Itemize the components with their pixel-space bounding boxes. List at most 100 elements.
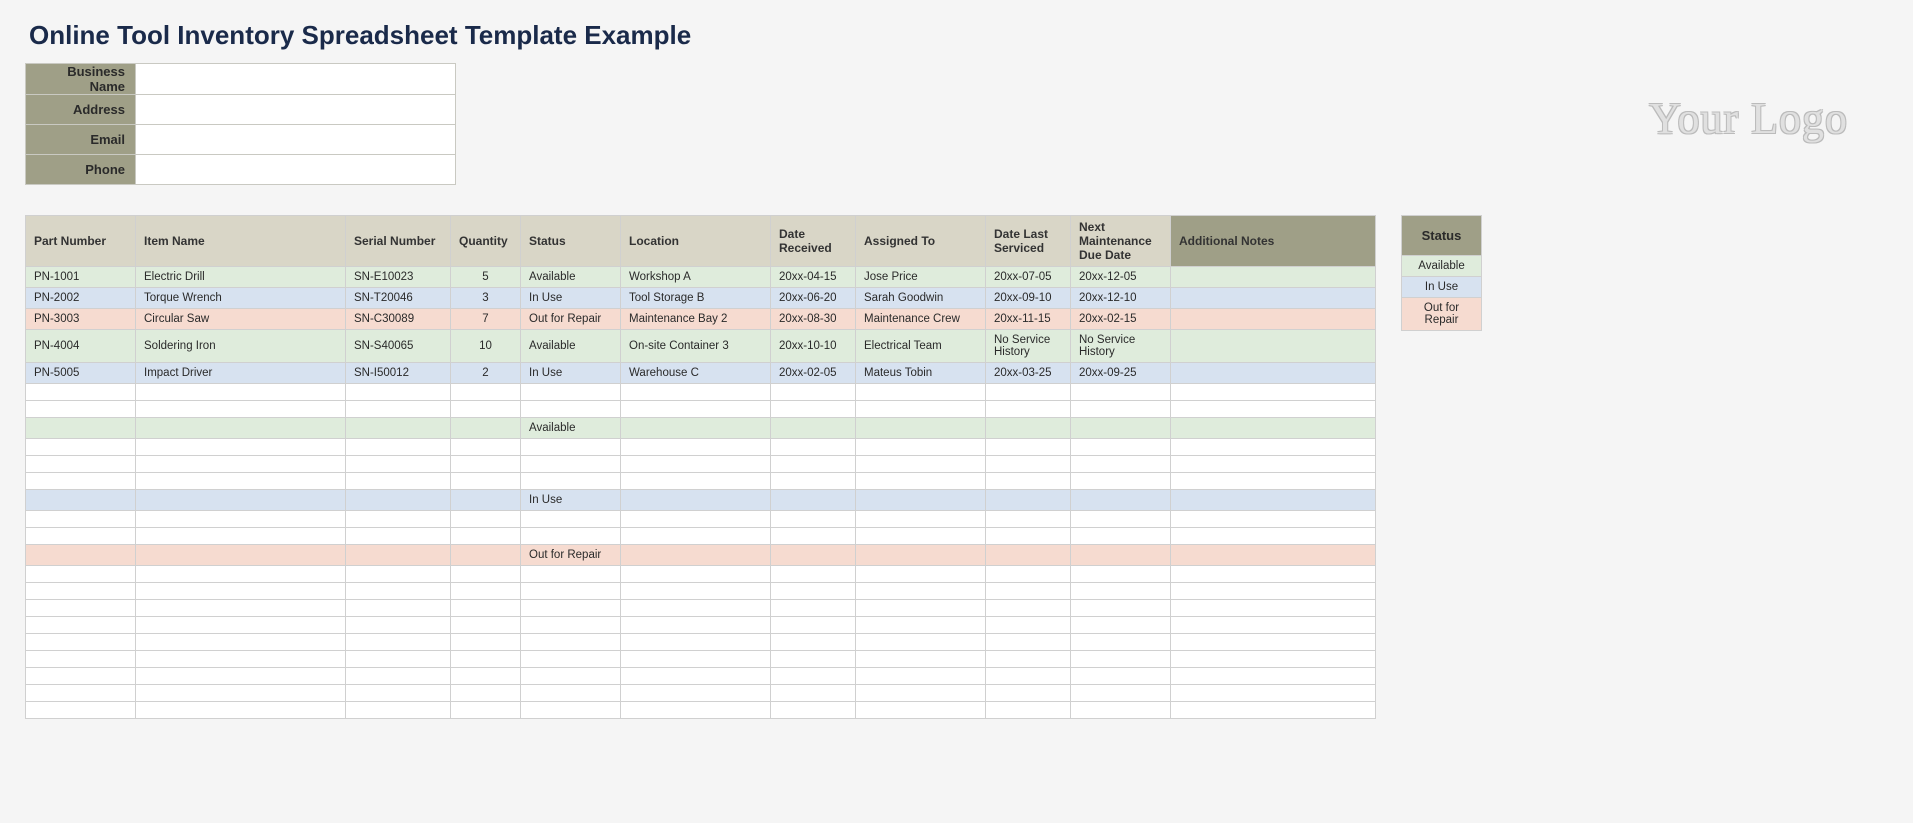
cell-assigned-to[interactable]: Mateus Tobin (856, 363, 986, 384)
cell-status[interactable] (521, 528, 621, 545)
cell-item-name[interactable] (136, 685, 346, 702)
cell-item-name[interactable] (136, 634, 346, 651)
cell-date-last-serviced[interactable]: 20xx-07-05 (986, 267, 1071, 288)
cell-notes[interactable] (1171, 528, 1376, 545)
cell-date-last-serviced[interactable] (986, 617, 1071, 634)
cell-notes[interactable] (1171, 511, 1376, 528)
cell-assigned-to[interactable] (856, 685, 986, 702)
cell-item-name[interactable]: Circular Saw (136, 309, 346, 330)
cell-serial-number[interactable]: SN-E10023 (346, 267, 451, 288)
table-row[interactable]: PN-3003Circular SawSN-C300897Out for Rep… (26, 309, 1376, 330)
cell-location[interactable] (621, 634, 771, 651)
cell-date-last-serviced[interactable] (986, 490, 1071, 511)
cell-item-name[interactable] (136, 439, 346, 456)
cell-status[interactable] (521, 634, 621, 651)
cell-status[interactable]: Available (521, 330, 621, 363)
cell-notes[interactable] (1171, 668, 1376, 685)
cell-quantity[interactable]: 5 (451, 267, 521, 288)
cell-date-last-serviced[interactable]: 20xx-03-25 (986, 363, 1071, 384)
cell-item-name[interactable] (136, 384, 346, 401)
cell-date-received[interactable] (771, 685, 856, 702)
cell-date-received[interactable] (771, 600, 856, 617)
cell-status[interactable] (521, 566, 621, 583)
cell-part-number[interactable] (26, 617, 136, 634)
table-row[interactable] (26, 668, 1376, 685)
cell-quantity[interactable] (451, 685, 521, 702)
cell-location[interactable] (621, 418, 771, 439)
table-row[interactable]: Available (26, 418, 1376, 439)
cell-item-name[interactable] (136, 617, 346, 634)
cell-status[interactable] (521, 600, 621, 617)
cell-part-number[interactable] (26, 702, 136, 719)
cell-location[interactable] (621, 439, 771, 456)
cell-serial-number[interactable] (346, 545, 451, 566)
cell-part-number[interactable] (26, 545, 136, 566)
cell-item-name[interactable]: Electric Drill (136, 267, 346, 288)
cell-notes[interactable] (1171, 309, 1376, 330)
cell-quantity[interactable] (451, 702, 521, 719)
cell-serial-number[interactable]: SN-I50012 (346, 363, 451, 384)
cell-serial-number[interactable] (346, 439, 451, 456)
cell-item-name[interactable] (136, 418, 346, 439)
cell-next-maintenance[interactable] (1071, 566, 1171, 583)
cell-serial-number[interactable] (346, 685, 451, 702)
cell-location[interactable] (621, 511, 771, 528)
cell-date-received[interactable] (771, 634, 856, 651)
cell-status[interactable] (521, 685, 621, 702)
cell-notes[interactable] (1171, 267, 1376, 288)
cell-status[interactable]: In Use (521, 288, 621, 309)
cell-date-received[interactable]: 20xx-04-15 (771, 267, 856, 288)
biz-name-field[interactable] (136, 64, 456, 95)
cell-assigned-to[interactable] (856, 418, 986, 439)
cell-part-number[interactable] (26, 528, 136, 545)
cell-date-received[interactable]: 20xx-02-05 (771, 363, 856, 384)
cell-serial-number[interactable] (346, 702, 451, 719)
table-row[interactable] (26, 528, 1376, 545)
cell-part-number[interactable]: PN-3003 (26, 309, 136, 330)
cell-date-received[interactable] (771, 566, 856, 583)
table-row[interactable] (26, 384, 1376, 401)
cell-notes[interactable] (1171, 702, 1376, 719)
cell-item-name[interactable] (136, 473, 346, 490)
cell-next-maintenance[interactable] (1071, 439, 1171, 456)
cell-assigned-to[interactable] (856, 511, 986, 528)
cell-notes[interactable] (1171, 288, 1376, 309)
table-row[interactable] (26, 456, 1376, 473)
cell-quantity[interactable]: 3 (451, 288, 521, 309)
cell-date-received[interactable]: 20xx-06-20 (771, 288, 856, 309)
cell-next-maintenance[interactable]: 20xx-12-10 (1071, 288, 1171, 309)
cell-status[interactable] (521, 651, 621, 668)
cell-quantity[interactable] (451, 418, 521, 439)
cell-assigned-to[interactable] (856, 401, 986, 418)
cell-notes[interactable] (1171, 583, 1376, 600)
cell-date-last-serviced[interactable] (986, 668, 1071, 685)
cell-part-number[interactable] (26, 651, 136, 668)
cell-location[interactable] (621, 685, 771, 702)
cell-part-number[interactable]: PN-1001 (26, 267, 136, 288)
cell-next-maintenance[interactable]: 20xx-02-15 (1071, 309, 1171, 330)
cell-serial-number[interactable] (346, 384, 451, 401)
cell-quantity[interactable] (451, 634, 521, 651)
cell-next-maintenance[interactable] (1071, 617, 1171, 634)
cell-date-received[interactable] (771, 401, 856, 418)
cell-serial-number[interactable] (346, 566, 451, 583)
cell-location[interactable] (621, 600, 771, 617)
cell-next-maintenance[interactable] (1071, 651, 1171, 668)
cell-assigned-to[interactable] (856, 566, 986, 583)
cell-date-last-serviced[interactable] (986, 456, 1071, 473)
cell-status[interactable] (521, 473, 621, 490)
cell-date-received[interactable] (771, 439, 856, 456)
cell-notes[interactable] (1171, 685, 1376, 702)
cell-notes[interactable] (1171, 456, 1376, 473)
cell-date-received[interactable] (771, 456, 856, 473)
cell-item-name[interactable]: Torque Wrench (136, 288, 346, 309)
cell-item-name[interactable] (136, 456, 346, 473)
cell-location[interactable]: Workshop A (621, 267, 771, 288)
table-row[interactable] (26, 651, 1376, 668)
cell-notes[interactable] (1171, 600, 1376, 617)
cell-quantity[interactable] (451, 566, 521, 583)
cell-status[interactable]: Out for Repair (521, 309, 621, 330)
cell-date-received[interactable] (771, 418, 856, 439)
cell-part-number[interactable] (26, 511, 136, 528)
cell-date-last-serviced[interactable] (986, 685, 1071, 702)
